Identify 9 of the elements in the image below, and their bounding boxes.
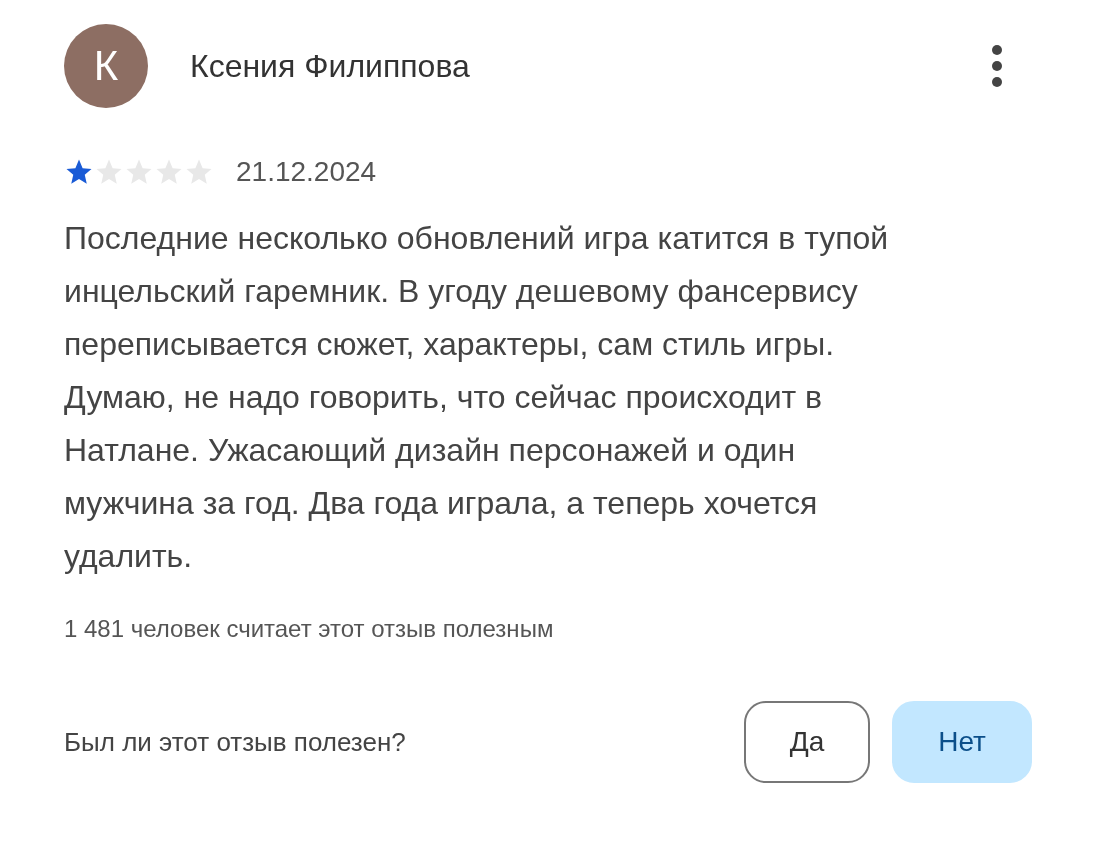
helpful-question: Был ли этот отзыв полезен? [64, 726, 406, 758]
vote-button[interactable]: Нет [892, 701, 1032, 783]
vote-button[interactable]: Да [744, 701, 870, 783]
more-options-icon[interactable] [990, 43, 1004, 89]
helpful-count: 1 481 человек считает этот отзыв полезным [64, 615, 555, 643]
avatar: К [64, 24, 148, 108]
review-date: 21.12.2024 [236, 156, 377, 188]
review-text: Последние несколько обновлений игра катится в тупой инцельский гаремник. В угоду дешевому фансервису переписывается сюжет, характеры, сам стиль игры. Думаю, не надо говорить, что сейчас происходит в Натлане. Ужасающий дизайн персонажей и один мужчина за год. Два года играла, а теперь хочется удалить. [64, 219, 890, 576]
author-name: Ксения Филиппова [190, 47, 471, 85]
